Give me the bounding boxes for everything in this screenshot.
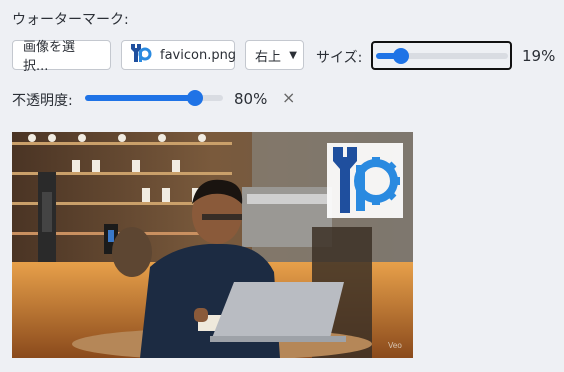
photo-credit: Veo — [388, 341, 402, 350]
favicon-thumbnail-icon — [128, 41, 152, 69]
chevron-down-icon: ▼ — [289, 49, 297, 61]
position-value: 右上 — [255, 49, 282, 65]
size-slider-thumb[interactable] — [393, 48, 410, 64]
size-slider[interactable] — [376, 48, 508, 64]
reset-close-icon[interactable]: × — [282, 88, 295, 107]
opacity-label: 不透明度: — [12, 93, 73, 109]
size-value: 19% — [522, 47, 556, 65]
opacity-slider-fill — [85, 95, 196, 101]
selected-file-chip[interactable]: favicon.png — [121, 40, 237, 70]
watermark-title: ウォーターマーク: — [12, 12, 129, 28]
preview-image: Veo — [12, 132, 413, 358]
watermark-logo-icon — [327, 143, 403, 218]
position-select[interactable]: 右上 ▼ — [245, 40, 304, 70]
file-name: favicon.png — [160, 47, 237, 63]
choose-image-button[interactable]: 画像を選択... — [12, 40, 111, 74]
size-label: サイズ: — [316, 50, 363, 66]
opacity-slider-thumb[interactable] — [187, 90, 204, 106]
opacity-value: 80% — [234, 90, 268, 108]
opacity-slider[interactable] — [85, 90, 223, 106]
